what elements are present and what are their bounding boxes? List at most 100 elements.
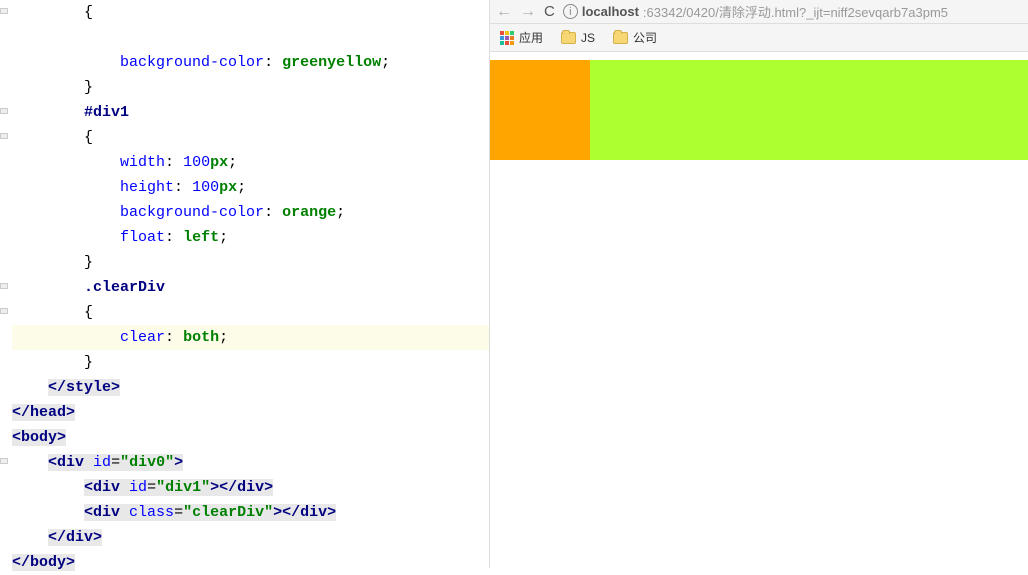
code-token: height xyxy=(120,179,174,196)
code-token: 100 xyxy=(192,179,219,196)
url-info-icon[interactable]: i xyxy=(563,4,578,19)
code-editor-pane[interactable]: { background-color: greenyellow; } #div1… xyxy=(0,0,490,568)
code-line[interactable]: #div1 xyxy=(12,100,489,125)
code-token: : xyxy=(174,179,192,196)
code-line[interactable]: </div> xyxy=(12,525,489,550)
code-token: "clearDiv" xyxy=(183,504,273,521)
code-token: px xyxy=(219,179,237,196)
folder-icon xyxy=(613,32,628,44)
code-line[interactable]: <body> xyxy=(12,425,489,450)
code-line[interactable]: } xyxy=(12,350,489,375)
code-token: style xyxy=(66,379,111,396)
code-token: ; xyxy=(336,204,345,221)
code-line[interactable]: { xyxy=(12,0,489,25)
code-token: div xyxy=(57,454,93,471)
code-token: < xyxy=(12,429,21,446)
code-line[interactable]: clear: both; xyxy=(12,325,489,350)
code-token: "div1" xyxy=(156,479,210,496)
apps-icon xyxy=(500,31,514,45)
code-line[interactable]: background-color: orange; xyxy=(12,200,489,225)
code-line[interactable]: float: left; xyxy=(12,225,489,250)
code-token: orange xyxy=(282,204,336,221)
bookmark-bar: 应用 JS 公司 xyxy=(490,24,1028,52)
main-container: { background-color: greenyellow; } #div1… xyxy=(0,0,1028,568)
code-line[interactable]: </style> xyxy=(12,375,489,400)
code-line[interactable]: } xyxy=(12,75,489,100)
code-token: > xyxy=(93,529,102,546)
code-line[interactable]: { xyxy=(12,125,489,150)
code-token: > xyxy=(264,479,273,496)
div0-greenyellow xyxy=(490,60,1028,160)
code-token: .clearDiv xyxy=(84,279,165,296)
code-token: div xyxy=(93,479,129,496)
code-token: = xyxy=(174,504,183,521)
code-line[interactable]: height: 100px; xyxy=(12,175,489,200)
code-token: : xyxy=(165,329,183,346)
fold-marker[interactable] xyxy=(0,133,8,139)
editor-gutter xyxy=(0,0,8,568)
code-line[interactable]: { xyxy=(12,300,489,325)
div1-orange xyxy=(490,60,590,160)
code-token: ; xyxy=(219,229,228,246)
code-token: div xyxy=(300,504,327,521)
code-token: div xyxy=(93,504,129,521)
code-token: class xyxy=(129,504,174,521)
code-token: > xyxy=(57,429,66,446)
code-token: background-color xyxy=(120,54,264,71)
code-token: < xyxy=(48,454,57,471)
code-line[interactable]: width: 100px; xyxy=(12,150,489,175)
fold-marker[interactable] xyxy=(0,308,8,314)
fold-marker[interactable] xyxy=(0,8,8,14)
code-token: greenyellow xyxy=(282,54,381,71)
code-token: body xyxy=(21,429,57,446)
fold-marker[interactable] xyxy=(0,283,8,289)
code-line[interactable]: </head> xyxy=(12,400,489,425)
rendered-page xyxy=(490,52,1028,568)
fold-marker[interactable] xyxy=(0,108,8,114)
nav-back-button[interactable]: ← xyxy=(496,3,512,21)
code-token: } xyxy=(84,79,93,96)
code-token: id xyxy=(93,454,111,471)
code-token: : xyxy=(264,54,282,71)
bookmark-company-folder[interactable]: 公司 xyxy=(613,29,657,46)
nav-forward-button[interactable]: → xyxy=(520,3,536,21)
code-token: = xyxy=(147,479,156,496)
code-token: ; xyxy=(237,179,246,196)
code-line[interactable]: } xyxy=(12,250,489,275)
code-line[interactable]: </body> xyxy=(12,550,489,575)
code-token: } xyxy=(84,354,93,371)
url-path: :63342/0420/清除浮动.html?_ijt=niff2sevqarb7… xyxy=(643,2,948,21)
code-token: > xyxy=(327,504,336,521)
code-token: : xyxy=(165,154,183,171)
code-token: < xyxy=(84,504,93,521)
code-line[interactable]: <div id="div0"> xyxy=(12,450,489,475)
code-token: head xyxy=(30,404,66,421)
bookmark-js-folder[interactable]: JS xyxy=(561,31,595,45)
browser-pane: ← → C i localhost :63342/0420/清除浮动.html?… xyxy=(490,0,1028,568)
code-token: </ xyxy=(12,404,30,421)
code-line[interactable]: background-color: greenyellow; xyxy=(12,50,489,75)
code-line[interactable] xyxy=(12,25,489,50)
code-line[interactable]: .clearDiv xyxy=(12,275,489,300)
code-line[interactable]: <div class="clearDiv"></div> xyxy=(12,500,489,525)
code-token: px xyxy=(210,154,228,171)
code-token: </ xyxy=(12,554,30,571)
code-token: ></ xyxy=(273,504,300,521)
fold-marker[interactable] xyxy=(0,458,8,464)
code-token: float xyxy=(120,229,165,246)
code-token: : xyxy=(264,204,282,221)
url-bar[interactable]: i localhost :63342/0420/清除浮动.html?_ijt=n… xyxy=(563,2,1022,21)
reload-button[interactable]: C xyxy=(544,3,555,20)
bookmark-apps[interactable]: 应用 xyxy=(500,29,543,46)
code-token: "div0" xyxy=(120,454,174,471)
code-token: width xyxy=(120,154,165,171)
code-token: </ xyxy=(48,529,66,546)
code-content[interactable]: { background-color: greenyellow; } #div1… xyxy=(0,0,489,575)
code-token: { xyxy=(84,4,93,21)
code-token: both xyxy=(183,329,219,346)
code-token: > xyxy=(111,379,120,396)
folder-icon xyxy=(561,32,576,44)
code-token: ; xyxy=(381,54,390,71)
code-line[interactable]: <div id="div1"></div> xyxy=(12,475,489,500)
code-token: = xyxy=(111,454,120,471)
